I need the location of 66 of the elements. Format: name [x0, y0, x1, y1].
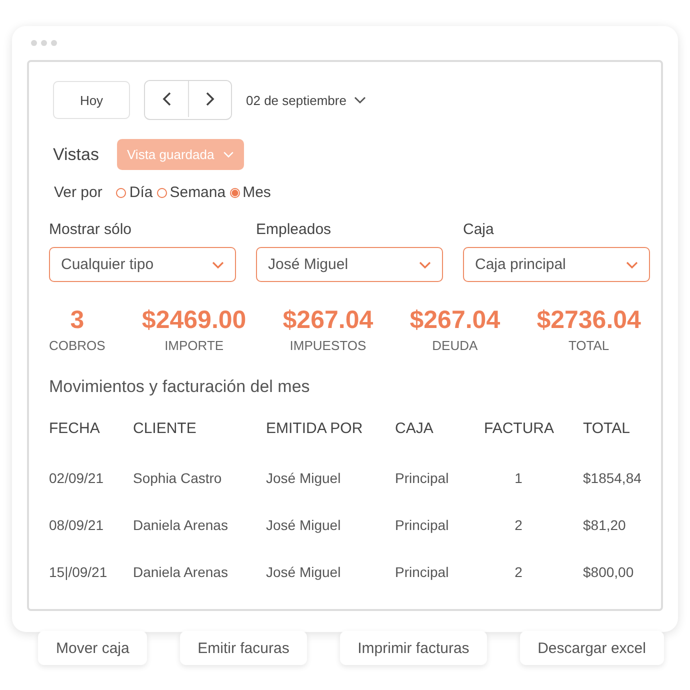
filter-label: Caja — [463, 221, 495, 238]
column-header: CAJA — [395, 419, 434, 439]
column-header: FACTURA — [484, 419, 553, 439]
radio-option[interactable]: Semana — [156, 184, 226, 201]
chevron-down-icon — [223, 151, 234, 158]
table-cell-text: $1854,84 — [582, 469, 642, 488]
table-cell-text: $81,20 — [582, 516, 627, 535]
stat-value: $267.04 — [282, 306, 374, 335]
date-dropdown[interactable]: 02 de septiembre — [240, 88, 372, 112]
table-cell-text: 02/09/21 — [49, 469, 104, 488]
table-cell-text: Daniela Arenas — [133, 563, 229, 582]
column-header: TOTAL — [582, 419, 631, 439]
table-cell-text: 2 — [514, 516, 524, 535]
column-header: CLIENTE — [133, 419, 198, 439]
action-button[interactable]: Emitir facuras — [180, 631, 308, 665]
table-cell-text: 15|/09/21 — [49, 563, 108, 582]
table-cell-text: Daniela Arenas — [133, 516, 229, 535]
table-cell-text: 08/09/21 — [49, 516, 104, 535]
table-title: Movimientos y facturación del mes — [49, 377, 311, 397]
radio-button[interactable] — [116, 188, 126, 198]
table-cell-text: Principal — [395, 516, 450, 535]
radio-option[interactable]: Día — [116, 184, 153, 201]
stat-value: 3 — [70, 306, 84, 335]
window-dot — [51, 40, 57, 46]
stat-label: COBROS — [49, 338, 106, 353]
action-button[interactable]: Descargar excel — [520, 631, 664, 665]
select-field[interactable]: Cualquier tipo — [49, 247, 236, 282]
chevron-down-icon — [354, 96, 366, 104]
radio-button[interactable] — [156, 188, 167, 198]
column-header: FECHA — [49, 419, 101, 439]
chevron-right-icon — [205, 91, 215, 107]
action-button[interactable]: Mover caja — [38, 631, 148, 665]
next-button[interactable] — [188, 81, 231, 117]
select-field[interactable]: Caja principal — [463, 247, 650, 282]
stat-label: TOTAL — [568, 338, 610, 353]
stat-value: $267.04 — [410, 306, 500, 335]
stat-label: DEUDA — [432, 338, 478, 353]
table-cell-text: Principal — [395, 469, 450, 488]
filter-label: Mostrar sólo — [49, 221, 133, 238]
window-dot — [31, 40, 37, 46]
window-dot — [41, 40, 47, 46]
table-cell-text: José Miguel — [266, 563, 342, 582]
table-cell-text: 1 — [514, 469, 524, 488]
view-by-label: Ver por — [54, 184, 102, 201]
chevron-down-icon — [626, 260, 638, 268]
stat-label: IMPORTE — [164, 338, 224, 353]
stat-value: $2469.00 — [142, 306, 246, 335]
radio-button[interactable] — [230, 188, 240, 198]
table-cell-text: $800,00 — [582, 563, 635, 582]
today-button[interactable]: Hoy — [53, 81, 130, 119]
table-cell-text: Sophia Castro — [133, 469, 223, 488]
select-field[interactable]: José Miguel — [256, 247, 443, 282]
chevron-left-icon — [162, 91, 172, 107]
stat-value: $2736.04 — [536, 306, 641, 335]
chevron-down-icon — [419, 260, 431, 268]
action-button[interactable]: Imprimir facturas — [340, 631, 488, 665]
table-cell-text: José Miguel — [266, 469, 342, 488]
radio-option[interactable]: Mes — [230, 184, 271, 201]
column-header: EMITIDA POR — [266, 419, 364, 439]
stat-label: IMPUESTOS — [290, 338, 366, 353]
table-cell-text: 2 — [514, 563, 524, 582]
filter-label: Empleados — [256, 221, 332, 238]
views-label: Vistas — [53, 144, 100, 164]
table-cell-text: Principal — [395, 563, 450, 582]
chevron-down-icon — [212, 260, 224, 268]
table-cell-text: José Miguel — [266, 516, 342, 535]
